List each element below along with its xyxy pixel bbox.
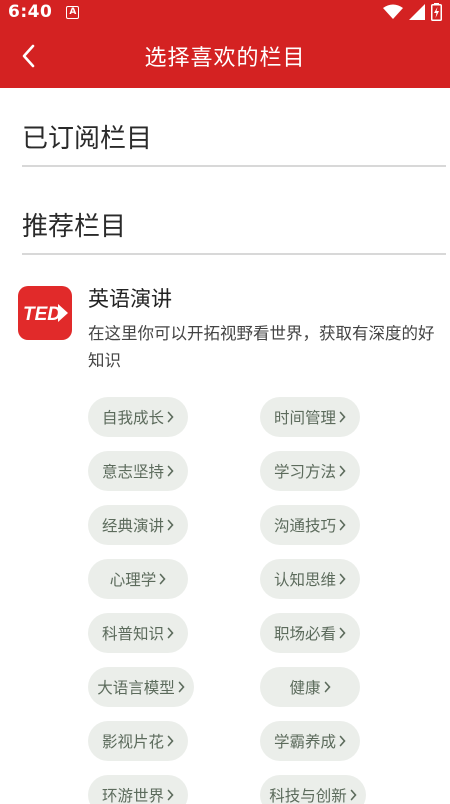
tag-label: 意志坚持 bbox=[101, 463, 164, 481]
page-title: 选择喜欢的栏目 bbox=[144, 46, 306, 71]
tag-chip[interactable]: 学习方法 bbox=[260, 451, 360, 491]
chevron-right-icon bbox=[167, 735, 174, 747]
divider bbox=[22, 253, 446, 255]
tag-chip[interactable]: 学霸养成 bbox=[260, 721, 360, 761]
app-notification-icon: A bbox=[66, 5, 80, 19]
tag-chip[interactable]: 环游世界 bbox=[88, 775, 188, 804]
tag-label: 学习方法 bbox=[273, 463, 336, 481]
tag-chip[interactable]: 影视片花 bbox=[88, 721, 188, 761]
back-button[interactable] bbox=[6, 34, 50, 78]
chevron-right-icon bbox=[350, 789, 357, 801]
tag-label: 时间管理 bbox=[273, 409, 336, 427]
recommended-section-heading: 推荐栏目 bbox=[22, 211, 127, 242]
tag-label: 科技与创新 bbox=[269, 787, 347, 804]
chevron-right-icon bbox=[159, 573, 166, 585]
channel-title: 英语演讲 bbox=[88, 287, 172, 311]
tag-chip[interactable]: 大语言模型 bbox=[88, 667, 194, 707]
tag-chip[interactable]: 经典演讲 bbox=[88, 505, 188, 545]
tag-chip[interactable]: 自我成长 bbox=[88, 397, 188, 437]
tag-chip[interactable]: 科技与创新 bbox=[260, 775, 366, 804]
tag-chip[interactable]: 意志坚持 bbox=[88, 451, 188, 491]
chevron-right-icon bbox=[167, 789, 174, 801]
chevron-left-icon bbox=[22, 44, 35, 68]
tag-label: 科普知识 bbox=[101, 625, 164, 643]
chevron-right-icon bbox=[339, 573, 346, 585]
tag-chip[interactable]: 时间管理 bbox=[260, 397, 360, 437]
tag-label: 健康 bbox=[289, 679, 321, 697]
status-bar: 6:40 A bbox=[0, 0, 450, 24]
divider bbox=[22, 165, 446, 167]
subscribed-section-heading: 已订阅栏目 bbox=[22, 123, 153, 154]
chevron-right-icon bbox=[324, 681, 331, 693]
ted-logo-text: TED bbox=[23, 304, 61, 325]
status-time: 6:40 bbox=[8, 2, 53, 22]
tag-chip[interactable]: 沟通技巧 bbox=[260, 505, 360, 545]
ted-logo[interactable]: TED bbox=[18, 286, 72, 340]
tag-label: 职场必看 bbox=[273, 625, 336, 643]
channel-description: 在这里你可以开拓视野看世界，获取有深度的好知识 bbox=[88, 324, 435, 370]
chevron-right-icon bbox=[339, 735, 346, 747]
status-icons bbox=[383, 3, 442, 21]
chevron-right-icon bbox=[339, 627, 346, 639]
tag-label: 经典演讲 bbox=[101, 517, 164, 535]
chevron-right-icon bbox=[167, 519, 174, 531]
tag-chip[interactable]: 认知思维 bbox=[260, 559, 360, 599]
tag-chip[interactable]: 职场必看 bbox=[260, 613, 360, 653]
chevron-right-icon bbox=[167, 627, 174, 639]
chevron-right-icon bbox=[339, 411, 346, 423]
tag-label: 认知思维 bbox=[273, 571, 336, 589]
chevron-right-icon bbox=[167, 465, 174, 477]
tag-label: 自我成长 bbox=[101, 409, 164, 427]
app-header: 选择喜欢的栏目 bbox=[0, 24, 450, 88]
chevron-right-icon bbox=[339, 465, 346, 477]
ted-logo-mark: TED bbox=[23, 304, 68, 325]
tag-label: 沟通技巧 bbox=[273, 517, 336, 535]
tag-label: 心理学 bbox=[109, 571, 157, 589]
wifi-icon bbox=[383, 4, 403, 19]
battery-icon bbox=[431, 3, 442, 21]
tag-label: 学霸养成 bbox=[273, 733, 336, 751]
tag-label: 大语言模型 bbox=[97, 679, 175, 697]
tag-chip[interactable]: 科普知识 bbox=[88, 613, 188, 653]
tag-chip[interactable]: 健康 bbox=[260, 667, 360, 707]
tag-chip[interactable]: 心理学 bbox=[88, 559, 188, 599]
tag-label: 环游世界 bbox=[101, 787, 164, 804]
chevron-right-icon bbox=[167, 411, 174, 423]
cell-signal-icon bbox=[409, 4, 425, 20]
tag-label: 影视片花 bbox=[101, 733, 164, 751]
chevron-right-icon bbox=[339, 519, 346, 531]
chevron-right-icon bbox=[178, 681, 185, 693]
